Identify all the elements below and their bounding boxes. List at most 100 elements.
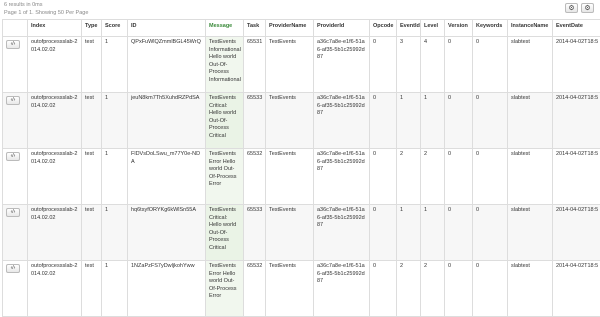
options-button[interactable]: ⚙: [581, 3, 594, 13]
instance-name-cell: slabtest: [508, 37, 553, 93]
id-cell: jeuN8km7Th5XuhdRZPdSA: [128, 93, 206, 149]
type-cell: test: [82, 37, 102, 93]
level-cell: 2: [421, 261, 445, 317]
keywords-cell: 0: [473, 205, 508, 261]
score-cell: 1: [102, 93, 128, 149]
provider-name-cell: TestEvents: [266, 205, 314, 261]
level-cell: 1: [421, 93, 445, 149]
gear-icon: ⚙: [584, 5, 590, 12]
view-source-button[interactable]: ‹/›: [6, 264, 20, 273]
index-cell: outofprocessslab-2014.02.02: [28, 149, 82, 205]
view-source-button[interactable]: ‹/›: [6, 152, 20, 161]
row-action-cell: ‹/›: [3, 149, 28, 205]
message-cell: TestEvents Critical: Hello world Out-Of-…: [206, 93, 244, 149]
event-date-cell: 2014-04-02T18:5: [553, 149, 600, 205]
event-date-cell: 2014-04-02T18:5: [553, 37, 600, 93]
event-id-cell: 3: [397, 37, 421, 93]
event-id-cell: 1: [397, 93, 421, 149]
version-cell: 0: [445, 261, 473, 317]
opcode-cell: 0: [370, 205, 397, 261]
message-cell: TestEvents Error Hello world Out-Of-Proc…: [206, 149, 244, 205]
version-cell: 0: [445, 37, 473, 93]
message-cell: TestEvents Error Hello world Out-Of-Proc…: [206, 261, 244, 317]
level-cell: 2: [421, 149, 445, 205]
column-header[interactable]: Index: [28, 20, 82, 37]
task-cell: 65532: [244, 149, 266, 205]
event-date-cell: 2014-04-02T18:5: [553, 93, 600, 149]
instance-name-cell: slabtest: [508, 149, 553, 205]
type-cell: test: [82, 93, 102, 149]
index-cell: outofprocessslab-2014.02.02: [28, 205, 82, 261]
provider-id-cell: a36c7a8e-e1f6-51a6-af35-5b1c25992d87: [314, 205, 370, 261]
gear-icon: ⚙: [568, 5, 574, 12]
table-row[interactable]: ‹/› outofprocessslab-2014.02.02test1FlDVs…: [3, 149, 600, 205]
event-id-cell: 1: [397, 205, 421, 261]
table-row[interactable]: ‹/› outofprocessslab-2014.02.02test11NZaP…: [3, 261, 600, 317]
index-cell: outofprocessslab-2014.02.02: [28, 37, 82, 93]
instance-name-cell: slabtest: [508, 93, 553, 149]
id-cell: 1NZaPzFS7yDwljkohYww: [128, 261, 206, 317]
results-count: 6 results in 0ms: [4, 1, 88, 9]
column-header[interactable]: [3, 20, 28, 37]
settings-button[interactable]: ⚙: [565, 3, 578, 13]
type-cell: test: [82, 149, 102, 205]
type-cell: test: [82, 261, 102, 317]
results-summary: 6 results in 0ms Page 1 of 1. Showing 50…: [4, 1, 88, 17]
id-cell: hq6tsyfORYKg6kWlSn55A: [128, 205, 206, 261]
header-row: IndexTypeScoreIDMessageTaskProviderNameP…: [3, 20, 600, 37]
table-row[interactable]: ‹/› outofprocessslab-2014.02.02test1QPxFu…: [3, 37, 600, 93]
keywords-cell: 0: [473, 37, 508, 93]
column-header[interactable]: EventId: [397, 20, 421, 37]
column-header[interactable]: Task: [244, 20, 266, 37]
keywords-cell: 0: [473, 149, 508, 205]
id-cell: FlDVsDoLSwu_m77Y0e-NDA: [128, 149, 206, 205]
toolbar: ⚙ ⚙: [565, 3, 594, 13]
score-cell: 1: [102, 37, 128, 93]
results-table: IndexTypeScoreIDMessageTaskProviderNameP…: [2, 19, 600, 317]
provider-id-cell: a36c7a8e-e1f6-51a6-af35-5b1c25992d87: [314, 37, 370, 93]
row-action-cell: ‹/›: [3, 205, 28, 261]
level-cell: 4: [421, 37, 445, 93]
column-header[interactable]: InstanceName: [508, 20, 553, 37]
column-header[interactable]: Keywords: [473, 20, 508, 37]
column-header[interactable]: ProviderName: [266, 20, 314, 37]
view-source-button[interactable]: ‹/›: [6, 208, 20, 217]
task-cell: 65533: [244, 93, 266, 149]
task-cell: 65531: [244, 37, 266, 93]
index-cell: outofprocessslab-2014.02.02: [28, 261, 82, 317]
version-cell: 0: [445, 93, 473, 149]
column-header[interactable]: Message: [206, 20, 244, 37]
row-action-cell: ‹/›: [3, 261, 28, 317]
column-header[interactable]: ProviderId: [314, 20, 370, 37]
opcode-cell: 0: [370, 149, 397, 205]
provider-id-cell: a36c7a8e-e1f6-51a6-af35-5b1c25992d87: [314, 261, 370, 317]
score-cell: 1: [102, 149, 128, 205]
score-cell: 1: [102, 261, 128, 317]
column-header[interactable]: Type: [82, 20, 102, 37]
event-id-cell: 2: [397, 149, 421, 205]
view-source-button[interactable]: ‹/›: [6, 96, 20, 105]
provider-name-cell: TestEvents: [266, 149, 314, 205]
page-info: Page 1 of 1. Showing 50 Per Page: [4, 9, 88, 17]
opcode-cell: 0: [370, 261, 397, 317]
keywords-cell: 0: [473, 93, 508, 149]
id-cell: QPxFuWlQZmmlBGL45WrQ: [128, 37, 206, 93]
version-cell: 0: [445, 205, 473, 261]
index-cell: outofprocessslab-2014.02.02: [28, 93, 82, 149]
provider-name-cell: TestEvents: [266, 37, 314, 93]
provider-id-cell: a36c7a8e-e1f6-51a6-af35-5b1c25992d87: [314, 93, 370, 149]
view-source-button[interactable]: ‹/›: [6, 40, 20, 49]
column-header[interactable]: Level: [421, 20, 445, 37]
message-cell: TestEvents Critical: Hello world Out-Of-…: [206, 205, 244, 261]
event-date-cell: 2014-04-02T18:5: [553, 205, 600, 261]
column-header[interactable]: ID: [128, 20, 206, 37]
table-row[interactable]: ‹/›outofprocessslab-2014.02.02test1jeuN8…: [3, 93, 600, 149]
column-header[interactable]: EventDate: [553, 20, 600, 37]
column-header[interactable]: Version: [445, 20, 473, 37]
column-header[interactable]: Score: [102, 20, 128, 37]
opcode-cell: 0: [370, 37, 397, 93]
task-cell: 65533: [244, 205, 266, 261]
column-header[interactable]: Opcode: [370, 20, 397, 37]
instance-name-cell: slabtest: [508, 205, 553, 261]
table-row[interactable]: ‹/›outofprocessslab-2014.02.02test1hq6ts…: [3, 205, 600, 261]
